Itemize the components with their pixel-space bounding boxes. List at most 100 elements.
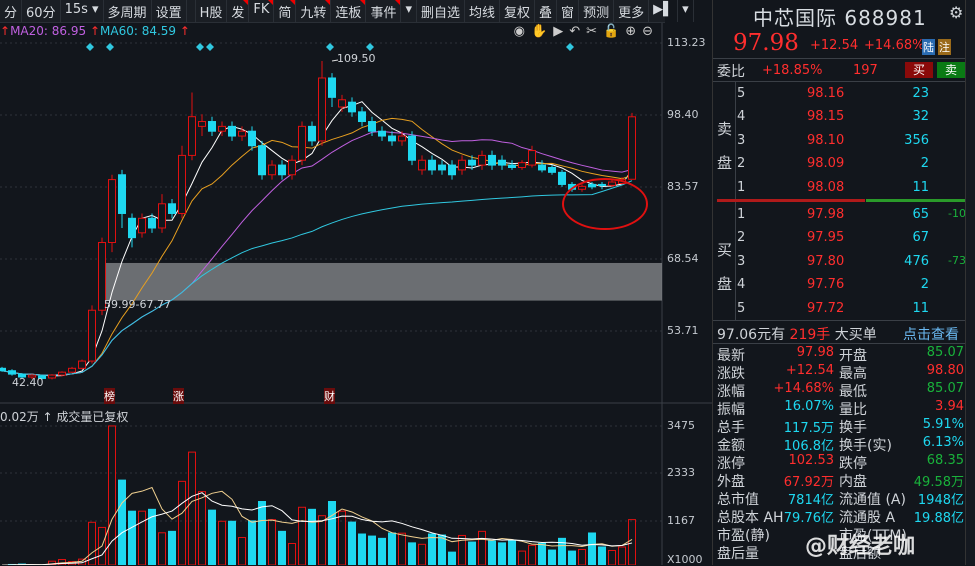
- candle-body: [629, 117, 636, 179]
- candle-body: [219, 126, 226, 131]
- bid-row[interactable]: 4 97.76 2: [713, 277, 966, 295]
- candle-body: [169, 204, 176, 214]
- event-tag[interactable]: 涨: [173, 388, 184, 404]
- candle-body: [179, 155, 186, 213]
- volume-bar: [339, 511, 346, 565]
- volume-tick: 2333: [667, 466, 695, 479]
- bid-row[interactable]: 5 97.72 11: [713, 301, 966, 319]
- candle-body: [559, 172, 566, 184]
- bid-row[interactable]: 1 97.98 65 -10: [713, 207, 966, 225]
- candle-body: [79, 361, 86, 368]
- ask-row[interactable]: 1 98.08 11: [713, 180, 966, 198]
- candle-body: [399, 136, 406, 141]
- volume-bar: [509, 540, 516, 565]
- volume-bar: [199, 492, 206, 565]
- ma10-line: [2, 118, 632, 375]
- candle-body: [289, 160, 296, 175]
- volume-bar: [259, 502, 266, 565]
- candle-body: [479, 155, 486, 165]
- candle-body: [239, 131, 246, 136]
- settings-gear-icon[interactable]: ⚙: [949, 3, 963, 22]
- price-tick: 53.71: [667, 324, 699, 337]
- stat-row: 总股本 AH 79.76亿 流通股 A 19.88亿: [713, 507, 966, 525]
- stat-row: 涨幅 +14.68% 最低 85.07: [713, 381, 966, 399]
- volume-bar: [529, 545, 536, 565]
- ma20-line: [2, 131, 632, 375]
- candle-body: [89, 310, 96, 361]
- quote-panel: 中芯国际 688981 ⚙ 97.98 +12.54 +14.68% 陆 注 委…: [712, 0, 965, 565]
- candle-body: [519, 163, 526, 168]
- stat-row: 最新 97.98 开盘 85.07: [713, 345, 966, 363]
- volume-bar: [579, 549, 586, 565]
- bid-row[interactable]: 2 97.95 67: [713, 230, 966, 248]
- candle-body: [349, 102, 356, 112]
- weicha-value: 197: [853, 63, 878, 78]
- big-order-row: 97.06元有 219手 大买单: [717, 324, 877, 344]
- event-tag[interactable]: 榜: [104, 388, 115, 404]
- volume-ma5-line: [2, 488, 632, 565]
- candle-body: [149, 218, 156, 228]
- candle-body: [229, 126, 236, 136]
- candle-body: [489, 155, 496, 165]
- candle-body: [589, 184, 596, 186]
- volume-bar: [179, 481, 186, 565]
- candle-body: [369, 122, 376, 132]
- kline-chart[interactable]: [0, 0, 712, 565]
- volume-bar: [229, 521, 236, 565]
- candle-body: [259, 146, 266, 175]
- signal-diamond: [366, 43, 374, 51]
- candle-body: [529, 151, 536, 166]
- candle-body: [9, 371, 16, 374]
- price-tick: 68.54: [667, 252, 699, 265]
- candle-body: [509, 165, 516, 167]
- view-big-orders-link[interactable]: 点击查看: [903, 324, 959, 344]
- candle-body: [159, 204, 166, 228]
- volume-bar: [209, 510, 216, 565]
- volume-bar: [309, 509, 316, 565]
- candle-body: [499, 160, 506, 165]
- ask-row[interactable]: 3 98.10 356: [713, 133, 966, 151]
- volume-bar: [279, 531, 286, 565]
- price-tick: 113.23: [667, 36, 706, 49]
- candle-body: [419, 160, 426, 170]
- volume-bar: [289, 543, 296, 565]
- volume-bar: [479, 531, 486, 565]
- buy-button[interactable]: 买: [905, 62, 933, 78]
- watermark: @财经老咖: [805, 528, 915, 560]
- volume-bar: [449, 552, 456, 565]
- volume-bar: [429, 534, 436, 565]
- sell-button[interactable]: 卖: [937, 62, 965, 78]
- event-tag[interactable]: 财: [324, 388, 335, 404]
- last-price: 97.98: [733, 30, 799, 56]
- signal-diamond: [86, 43, 94, 51]
- support-zone: [99, 263, 662, 301]
- volume-bar: [499, 543, 506, 565]
- ma5-line: [2, 102, 632, 376]
- registration-badge: 注: [938, 39, 951, 55]
- ask-row[interactable]: 4 98.15 32: [713, 109, 966, 127]
- bid-row[interactable]: 3 97.80 476 -73: [713, 254, 966, 272]
- ask-row[interactable]: 5 98.16 23: [713, 86, 966, 104]
- stat-row: 振幅 16.07% 量比 3.94: [713, 399, 966, 417]
- volume-bar: [129, 511, 136, 565]
- bid-bar: [866, 199, 966, 202]
- candle-body: [129, 218, 136, 237]
- ask-row[interactable]: 2 98.09 2: [713, 156, 966, 174]
- volume-tick: 3475: [667, 419, 695, 432]
- volume-bar: [609, 550, 616, 565]
- candle-body: [309, 126, 316, 141]
- candle-body: [579, 186, 586, 189]
- signal-diamond: [566, 43, 574, 51]
- candle-body: [339, 100, 346, 107]
- candle-body: [439, 165, 446, 170]
- low-label: 42.40: [12, 376, 44, 389]
- candle-body: [109, 180, 116, 243]
- volume-bar: [379, 538, 386, 565]
- stock-name: 中芯国际 688981: [753, 2, 927, 31]
- candle-body: [409, 136, 416, 160]
- candle-body: [59, 372, 66, 375]
- volume-bar: [189, 452, 196, 565]
- candle-body: [189, 117, 196, 156]
- ask-bar: [717, 199, 865, 202]
- weibi-label: 委比: [717, 61, 745, 81]
